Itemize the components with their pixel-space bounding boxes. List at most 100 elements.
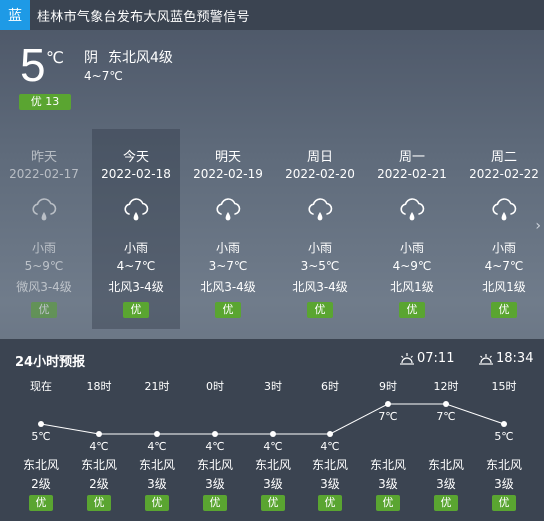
hour-label: 21时 [145, 380, 170, 393]
day-name: 明天 [214, 150, 241, 165]
light-rain-icon [121, 195, 151, 225]
hour-label: 15时 [492, 380, 517, 393]
day-date: 2022-02-21 [377, 167, 447, 181]
light-rain-icon [397, 195, 427, 225]
warning-text: 桂林市气象台发布大风蓝色预警信号 [37, 9, 250, 25]
day-name: 周一 [398, 150, 425, 165]
day-date: 2022-02-20 [285, 167, 355, 181]
temperature-value: 7℃ [436, 410, 455, 423]
hour-wind-direction: 东北风 [485, 458, 522, 472]
warning-level-badge: 蓝 [0, 0, 30, 30]
hour-wind-level: 3级 [205, 477, 225, 491]
temperature-value: 4℃ [205, 440, 224, 453]
day-condition: 小雨 [215, 241, 240, 255]
temperature-value: 4℃ [89, 440, 108, 453]
temperature-point [327, 431, 333, 437]
hour-wind-level: 3级 [436, 477, 456, 491]
temperature-value: 5℃ [494, 430, 513, 443]
current-condition: 阴 [84, 50, 98, 66]
hour-aqi-badge[interactable]: 优 [29, 495, 53, 511]
temperature-point [501, 421, 507, 427]
day-aqi-badge[interactable]: 优 [31, 302, 57, 318]
hour-wind-direction: 东北风 [138, 458, 175, 472]
hour-aqi-badge[interactable]: 优 [87, 495, 111, 511]
day-wind: 北风3-4级 [200, 280, 256, 294]
day-condition: 小雨 [123, 241, 148, 255]
hour-wind-level: 3级 [494, 477, 514, 491]
temperature-value: 5℃ [31, 430, 50, 443]
day-temperature-range: 4~9℃ [392, 259, 432, 273]
day-aqi-badge[interactable]: 优 [307, 302, 333, 318]
hour-label: 现在 [30, 380, 52, 393]
chevron-right-icon[interactable]: › [535, 218, 541, 234]
hour-label: 18时 [87, 380, 112, 393]
day-name: 昨天 [30, 150, 57, 165]
hour-label: 6时 [321, 380, 339, 393]
hour-aqi-badge[interactable]: 优 [318, 495, 342, 511]
daily-forecast-item[interactable]: 周日 2022-02-20 小雨 3~5℃ 北风3-4级优 [276, 129, 364, 329]
temperature-value: 7℃ [378, 410, 397, 423]
daily-forecast-item[interactable]: 周二 2022-02-22 小雨 4~7℃ 北风1级优 [460, 129, 544, 329]
hour-wind-level: 2级 [31, 477, 51, 491]
daily-forecast-item[interactable]: 明天 2022-02-19 小雨 3~7℃ 北风3-4级优 [184, 129, 272, 329]
light-rain-icon [305, 195, 335, 225]
hour-aqi-badge[interactable]: 优 [145, 495, 169, 511]
hour-aqi-badge[interactable]: 优 [261, 495, 285, 511]
day-name: 周日 [306, 150, 333, 165]
day-wind: 北风1级 [390, 280, 434, 294]
day-condition: 小雨 [307, 241, 332, 255]
daily-forecast-item[interactable]: 昨天 2022-02-17 小雨 5~9℃ 微风3-4级优 [0, 129, 88, 329]
hour-aqi-badge[interactable]: 优 [203, 495, 227, 511]
hourly-temperature-chart: 现在 5℃ 18时 4℃ 21时 4℃ 0时 4℃ 3时 4℃ 6时 4℃ 9时 7℃ 12时 7℃ 15时 5℃ [30, 380, 517, 453]
current-aqi-badge[interactable]: 优 13 [19, 94, 71, 110]
hour-label: 3时 [264, 380, 282, 393]
hour-wind-direction: 东北风 [22, 458, 59, 472]
day-date: 2022-02-18 [101, 167, 171, 181]
temperature-point [154, 431, 160, 437]
day-temperature-range: 4~7℃ [116, 259, 156, 273]
hour-aqi-badge[interactable]: 优 [492, 495, 516, 511]
daily-forecast: 昨天 2022-02-17 小雨 5~9℃ 微风3-4级优 今天 2022-02-18 小雨 4… [0, 129, 544, 329]
day-condition: 小雨 [491, 241, 516, 255]
day-date: 2022-02-17 [9, 167, 79, 181]
day-name: 周二 [490, 150, 517, 165]
hour-wind-level: 3级 [263, 477, 283, 491]
current-temperature: 5 [20, 39, 46, 91]
today-temperature-range: 4~7℃ [84, 69, 123, 83]
daily-forecast-item[interactable]: 周一 2022-02-21 小雨 4~9℃ 北风1级优 [368, 129, 456, 329]
hour-wind-direction: 东北风 [369, 458, 406, 472]
day-wind: 北风3-4级 [108, 280, 164, 294]
daily-forecast-item[interactable]: 今天 2022-02-18 小雨 4~7℃ 北风3-4级优 [92, 129, 180, 329]
temperature-unit: ℃ [46, 48, 64, 67]
day-condition: 小雨 [399, 241, 424, 255]
day-aqi-badge[interactable]: 优 [215, 302, 241, 318]
temperature-point [385, 401, 391, 407]
hour-wind-direction: 东北风 [80, 458, 117, 472]
hour-label: 0时 [206, 380, 224, 393]
day-aqi-badge[interactable]: 优 [123, 302, 149, 318]
hour-label: 12时 [434, 380, 459, 393]
day-date: 2022-02-19 [193, 167, 263, 181]
hour-wind-level: 3级 [320, 477, 340, 491]
light-rain-icon [29, 195, 59, 225]
temperature-point [96, 431, 102, 437]
hour-wind-direction: 东北风 [311, 458, 348, 472]
temperature-line [40, 403, 505, 435]
light-rain-icon [489, 195, 519, 225]
warning-alert-bar[interactable]: 蓝 桂林市气象台发布大风蓝色预警信号 [0, 0, 544, 30]
hour-label: 9时 [379, 380, 397, 393]
day-temperature-range: 3~5℃ [300, 259, 340, 273]
hour-wind-direction: 东北风 [427, 458, 464, 472]
day-wind: 微风3-4级 [16, 280, 72, 294]
day-date: 2022-02-22 [469, 167, 539, 181]
hour-aqi-badge[interactable]: 优 [376, 495, 400, 511]
hour-wind-direction: 东北风 [254, 458, 291, 472]
hour-wind-level: 3级 [147, 477, 167, 491]
hour-aqi-badge[interactable]: 优 [434, 495, 458, 511]
temperature-value: 4℃ [263, 440, 282, 453]
day-aqi-badge[interactable]: 优 [399, 302, 425, 318]
day-name: 今天 [122, 150, 149, 165]
day-temperature-range: 4~7℃ [484, 259, 524, 273]
day-aqi-badge[interactable]: 优 [491, 302, 517, 318]
temperature-value: 4℃ [320, 440, 339, 453]
